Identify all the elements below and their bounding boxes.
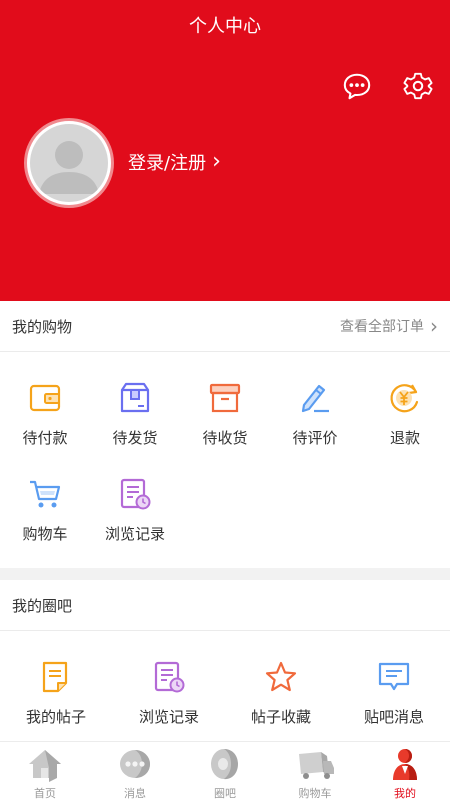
gear-icon[interactable] <box>402 70 434 102</box>
refund-yen-icon <box>390 384 419 413</box>
browse-history-label: 浏览记录 <box>104 525 165 543</box>
pending-receipt-button[interactable]: 待收货 <box>180 381 270 448</box>
circle-browse-history-label: 浏览记录 <box>138 708 199 726</box>
circle-section: 我的圈吧 我的帖子 浏览记录 帖子收藏 贴吧消息 <box>0 580 450 741</box>
view-all-orders-label: 查看全部订单 <box>340 319 424 335</box>
pending-shipment-button[interactable]: 待发货 <box>90 381 180 448</box>
my-posts-button[interactable]: 我的帖子 <box>11 660 101 727</box>
tab-mine[interactable]: 我的 <box>360 742 450 800</box>
shopping-section-title: 我的购物 <box>12 317 73 336</box>
pending-review-label: 待评价 <box>292 429 338 447</box>
pending-payment-label: 待付款 <box>22 429 68 447</box>
tab-cart-label: 购物车 <box>298 787 332 800</box>
circle-browse-history-button[interactable]: 浏览记录 <box>124 660 214 727</box>
home-icon <box>29 750 61 782</box>
tab-messages-label: 消息 <box>124 787 146 800</box>
pending-review-button[interactable]: 待评价 <box>270 381 360 448</box>
login-register-label: 登录/注册 <box>128 153 207 174</box>
my-posts-label: 我的帖子 <box>25 708 86 726</box>
tab-mine-label: 我的 <box>394 787 416 800</box>
pencil-icon <box>301 384 329 413</box>
tab-home-label: 首页 <box>34 787 56 800</box>
refund-button[interactable]: 退款 <box>360 381 450 448</box>
view-all-orders-link[interactable]: 查看全部订单 › <box>340 316 438 336</box>
circle-section-title: 我的圈吧 <box>12 596 73 615</box>
shopping-section-header: 我的购物 查看全部订单 › <box>0 301 450 352</box>
tab-home[interactable]: 首页 <box>0 742 90 800</box>
history-icon <box>154 661 185 693</box>
tab-messages[interactable]: 消息 <box>90 742 180 800</box>
message-icon[interactable] <box>341 70 373 102</box>
shopping-cart-label: 购物车 <box>22 525 68 543</box>
truck-icon <box>299 752 334 779</box>
tieba-messages-label: 贴吧消息 <box>363 708 424 726</box>
cart-icon <box>30 480 61 508</box>
user-icon <box>393 749 417 780</box>
browse-history-button[interactable]: 浏览记录 <box>90 477 180 544</box>
page-title: 个人中心 <box>189 16 261 37</box>
tab-circle[interactable]: 圈吧 <box>180 742 270 800</box>
wallet-icon <box>29 384 61 412</box>
chevron-right-icon: › <box>430 314 438 338</box>
pending-payment-button[interactable]: 待付款 <box>0 381 90 448</box>
pending-shipment-label: 待发货 <box>112 429 158 447</box>
profile-header: 个人中心 登录/注册 › <box>0 0 450 301</box>
avatar[interactable] <box>24 118 114 208</box>
history-icon <box>120 478 151 510</box>
circle-icon <box>211 749 238 780</box>
box-icon <box>209 383 241 413</box>
circle-section-header: 我的圈吧 <box>0 580 450 631</box>
tab-circle-label: 圈吧 <box>214 787 236 800</box>
bottom-tab-bar: 首页 消息 圈吧 购物车 我的 <box>0 741 450 800</box>
refund-label: 退款 <box>389 429 420 447</box>
tab-cart[interactable]: 购物车 <box>270 742 360 800</box>
tieba-messages-button[interactable]: 贴吧消息 <box>349 660 439 727</box>
post-favorites-button[interactable]: 帖子收藏 <box>236 660 326 727</box>
post-favorites-label: 帖子收藏 <box>250 708 311 726</box>
document-icon <box>42 661 68 693</box>
star-icon <box>265 661 297 692</box>
shopping-cart-button[interactable]: 购物车 <box>0 477 90 544</box>
chat-icon <box>120 750 150 778</box>
pending-receipt-label: 待收货 <box>202 429 248 447</box>
package-icon <box>120 382 150 413</box>
chevron-right-icon: › <box>212 149 221 174</box>
login-register-link[interactable]: 登录/注册 › <box>128 149 221 175</box>
shopping-section: 我的购物 查看全部订单 › 待付款 待发货 待收货 待评价 退款 购物车 浏览记… <box>0 301 450 568</box>
default-avatar-icon <box>30 124 108 202</box>
message-icon <box>378 662 410 691</box>
